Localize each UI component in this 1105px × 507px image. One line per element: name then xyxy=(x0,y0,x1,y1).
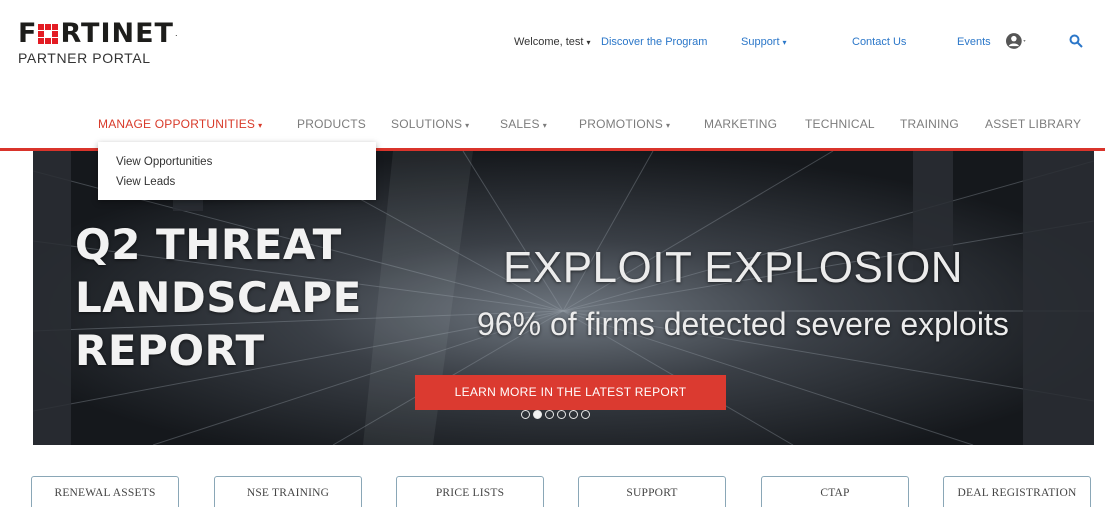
caret-down-icon: ▾ xyxy=(465,121,470,130)
nav-label: SOLUTIONS xyxy=(391,117,463,131)
fortinet-logo[interactable]: F RTINET. PARTNER PORTAL xyxy=(18,20,179,67)
nav-label: SALES xyxy=(500,117,540,131)
events-link[interactable]: Events xyxy=(957,36,991,48)
search-icon[interactable] xyxy=(1069,34,1083,48)
carousel-dot[interactable] xyxy=(521,410,530,419)
hero-headline: EXPLOIT EXPLOSION xyxy=(503,243,964,292)
logo-subtitle: PARTNER PORTAL xyxy=(18,50,151,66)
logo-grid-icon xyxy=(38,24,59,44)
contact-us-link[interactable]: Contact Us xyxy=(852,36,906,48)
nav-training[interactable]: TRAINING xyxy=(900,117,959,131)
logo-letters-rtinet: RTINET xyxy=(60,18,174,49)
nav-promotions[interactable]: PROMOTIONS ▾ xyxy=(579,117,670,131)
learn-more-button[interactable]: LEARN MORE IN THE LATEST REPORT xyxy=(415,375,726,410)
carousel-dot[interactable] xyxy=(569,410,578,419)
welcome-label: Welcome, test xyxy=(514,36,584,48)
nav-label: PROMOTIONS xyxy=(579,117,664,131)
quicklink-support[interactable]: SUPPORT xyxy=(578,476,726,507)
quicklink-nse-training[interactable]: NSE TRAINING xyxy=(214,476,362,507)
quicklink-ctap[interactable]: CTAP xyxy=(761,476,909,507)
logo-letter-f: F xyxy=(18,18,38,49)
nav-solutions[interactable]: SOLUTIONS ▾ xyxy=(391,117,469,131)
support-menu[interactable]: Support ▾ xyxy=(741,36,787,48)
support-label: Support xyxy=(741,36,780,48)
caret-down-icon: ▾ xyxy=(782,38,787,47)
carousel-dots xyxy=(521,410,590,419)
carousel-dot[interactable] xyxy=(545,410,554,419)
dropdown-item-view-opportunities[interactable]: View Opportunities xyxy=(98,152,376,172)
caret-down-icon: ▾ xyxy=(542,121,547,130)
carousel-dot[interactable] xyxy=(557,410,566,419)
hero-subheadline: 96% of firms detected severe exploits xyxy=(477,306,1009,342)
logo-wordmark: F RTINET. xyxy=(18,20,179,48)
quicklink-deal-registration[interactable]: DEAL REGISTRATION xyxy=(943,476,1091,507)
logo-trademark: . xyxy=(174,29,179,38)
hero-title-line: REPORT xyxy=(75,326,265,375)
quicklink-price-lists[interactable]: PRICE LISTS xyxy=(396,476,544,507)
manage-opportunities-dropdown: View Opportunities View Leads xyxy=(98,142,376,200)
nav-manage-opportunities[interactable]: MANAGE OPPORTUNITIES ▾ xyxy=(98,117,262,131)
hero-title-line: LANDSCAPE xyxy=(75,273,362,322)
caret-down-icon: ▾ xyxy=(258,121,263,130)
nav-label: MANAGE OPPORTUNITIES xyxy=(98,117,256,131)
carousel-dot[interactable] xyxy=(581,410,590,419)
nav-marketing[interactable]: MARKETING xyxy=(704,117,777,131)
hero-title: Q2 THREAT LANDSCAPE REPORT xyxy=(75,218,362,377)
user-circle-icon[interactable] xyxy=(1006,30,1028,52)
hero-title-line: Q2 THREAT xyxy=(75,220,342,269)
discover-program-link[interactable]: Discover the Program xyxy=(601,36,707,48)
nav-sales[interactable]: SALES ▾ xyxy=(500,117,547,131)
dropdown-item-view-leads[interactable]: View Leads xyxy=(98,172,376,192)
caret-down-icon: ▾ xyxy=(586,38,591,47)
carousel-dot-active[interactable] xyxy=(533,410,542,419)
welcome-menu[interactable]: Welcome, test ▾ xyxy=(514,36,591,48)
nav-products[interactable]: PRODUCTS xyxy=(297,117,366,131)
quicklink-renewal-assets[interactable]: RENEWAL ASSETS xyxy=(31,476,179,507)
nav-asset-library[interactable]: ASSET LIBRARY xyxy=(985,117,1081,131)
nav-technical[interactable]: TECHNICAL xyxy=(805,117,875,131)
caret-down-icon: ▾ xyxy=(666,121,671,130)
